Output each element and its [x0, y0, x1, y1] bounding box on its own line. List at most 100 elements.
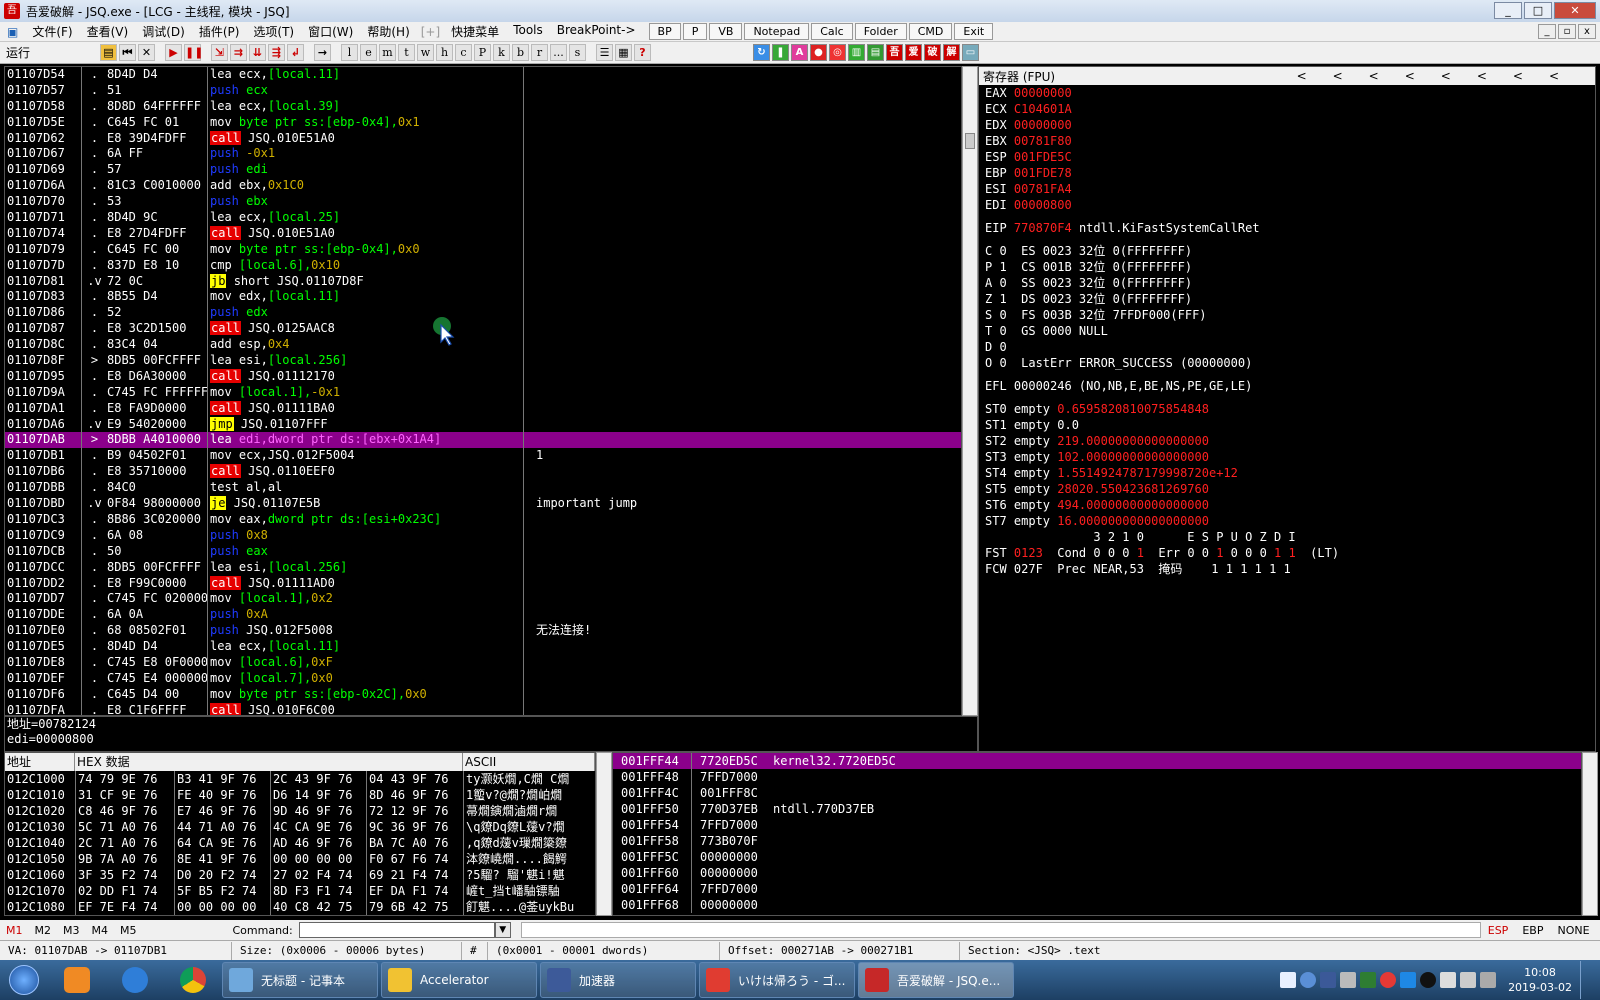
tray-checkbox-icon[interactable] [1280, 972, 1297, 988]
memory-tab[interactable]: M4 [86, 924, 115, 937]
stack-flag[interactable]: NONE [1550, 924, 1596, 937]
tool-button[interactable]: CMD [908, 23, 953, 40]
disasm-row[interactable]: 01107DBD .v 0F84 98000000 je JSQ.01107E5B im… [5, 496, 961, 512]
register-view-arrows[interactable]: <<<<<<<< [1297, 69, 1595, 83]
plugin-po-icon[interactable]: 破 [924, 44, 941, 61]
disasm-row[interactable]: 01107D83. 8B55 D4 mov edx,[local.11] [5, 289, 961, 306]
window-button[interactable]: r [531, 44, 548, 61]
pause-icon[interactable]: ❚❚ [184, 44, 203, 61]
stack-pane[interactable]: 001FFF44 7720ED5C kernel32.7720ED5C 001FFF4… [612, 752, 1582, 916]
help-icon[interactable]: ? [634, 44, 651, 61]
flag-row[interactable]: P 1 CS 001B 32位 0(FFFFFFFF) [979, 259, 1595, 275]
tool-button[interactable]: Calc [811, 23, 853, 40]
memory-tab[interactable]: M1 [0, 924, 29, 937]
close-button[interactable]: ✕ [1554, 2, 1596, 19]
dump-row[interactable]: 012C1060 3F 35 F2 74 D0 20 F2 74 27 02 F4 7… [5, 867, 595, 883]
menu-item[interactable]: 窗口(W) [301, 23, 360, 40]
disasm-row[interactable]: 01107DFA. E8 C1F6FFFF call JSQ.010F6C00 [5, 702, 961, 715]
disasm-row[interactable]: 01107DCB. 50 push eax [5, 543, 961, 560]
dump-row[interactable]: 012C1070 02 DD F1 74 5F B5 F2 74 8D F3 F1 7… [5, 883, 595, 899]
menu-item[interactable]: 查看(V) [80, 23, 136, 40]
window-button[interactable]: k [493, 44, 510, 61]
refresh-plugin-icon[interactable]: ↻ [753, 44, 770, 61]
disassembly-scrollbar[interactable] [962, 66, 978, 716]
menu-item[interactable]: 文件(F) [25, 23, 79, 40]
maximize-button[interactable]: □ [1524, 2, 1552, 19]
memory-tab[interactable]: M2 [29, 924, 58, 937]
disasm-row[interactable]: 01107D7D. 837D E8 10 cmp [local.6],0x10 [5, 257, 961, 274]
stack-row[interactable]: 001FFF64 7FFD7000 [613, 881, 1581, 897]
register-row[interactable]: EAX 00000000 [979, 85, 1595, 101]
register-row[interactable]: ESI 00781FA4 [979, 181, 1595, 197]
stack-row[interactable]: 001FFF48 7FFD7000 [613, 769, 1581, 785]
grid-icon[interactable]: ▦ [615, 44, 632, 61]
register-value[interactable]: 00781FA4 [1014, 182, 1072, 196]
fpu-st-row[interactable]: ST1 empty 0.0 [979, 417, 1595, 433]
pinned-media-player[interactable] [48, 961, 106, 999]
fpu-st-row[interactable]: ST3 empty 102.00000000000000000 [979, 449, 1595, 465]
memory-tab[interactable]: M3 [57, 924, 86, 937]
window-button[interactable]: m [379, 44, 396, 61]
dump-row[interactable]: 012C1040 2C 71 A0 76 64 CA 9E 76 AD 46 9F 7… [5, 835, 595, 851]
tray-help-icon[interactable] [1300, 972, 1317, 988]
tray-star-icon[interactable] [1400, 972, 1417, 988]
plugin-target-icon[interactable]: ◎ [829, 44, 846, 61]
disasm-row[interactable]: 01107D62. E8 39D4FDFF call JSQ.010E51A0 [5, 130, 961, 147]
dump-row[interactable]: 012C1000 74 79 9E 76 B3 41 9F 76 2C 43 9F 7… [5, 771, 595, 787]
stack-row[interactable]: 001FFF50 770D37EB ntdll.770D37EB [613, 801, 1581, 817]
plugin-jie-icon[interactable]: 解 [943, 44, 960, 61]
disasm-row[interactable]: 01107DC3. 8B86 3C020000 mov eax,dword ptr … [5, 511, 961, 528]
window-button[interactable]: w [417, 44, 434, 61]
disasm-row[interactable]: 01107D9A.C745 FC FFFFFFFFmov [local.1],-… [5, 384, 961, 401]
flag-row[interactable]: T 0 GS 0000 NULL [979, 323, 1595, 339]
close-process-icon[interactable]: ✕ [138, 44, 155, 61]
run-icon[interactable]: ▶ [165, 44, 182, 61]
efl-row[interactable]: EFL 00000246 (NO,NB,E,BE,NS,PE,GE,LE) [979, 378, 1595, 394]
stack-row[interactable]: 001FFF54 7FFD7000 [613, 817, 1581, 833]
memory-tab[interactable]: M5 [114, 924, 143, 937]
registers-header[interactable]: 寄存器 (FPU) <<<<<<<< [979, 67, 1595, 85]
menu-extra-item[interactable]: Tools [506, 23, 550, 40]
menu-item[interactable]: 调试(D) [135, 23, 192, 40]
stack-row[interactable]: 001FFF60 00000000 [613, 865, 1581, 881]
fpu-st-row[interactable]: ST0 empty 0.6595820810075854848 [979, 401, 1595, 417]
taskbar-app[interactable]: 加速器 [540, 962, 696, 998]
stack-row[interactable]: 001FFF58 773B070F [613, 833, 1581, 849]
stack-row[interactable]: 001FFF4C 001FFF8C [613, 785, 1581, 801]
window-button[interactable]: s [569, 44, 586, 61]
disasm-row[interactable]: 01107D8F >8DB5 00FCFFFF lea esi,[local.256… [5, 353, 961, 369]
register-value[interactable]: 00000000 [1014, 118, 1072, 132]
dump-row[interactable]: 012C1010 31 CF 9E 76 FE 40 9F 76 D6 14 9F 7… [5, 787, 595, 803]
disasm-row[interactable]: 01107D5E. C645 FC 01 mov byte ptr ss:[ebp-… [5, 114, 961, 131]
flag-row[interactable]: A 0 SS 0023 32位 0(FFFFFFFF) [979, 275, 1595, 291]
flag-row[interactable]: O 0 LastErr ERROR_SUCCESS (00000000) [979, 355, 1595, 371]
register-value[interactable]: C104601A [1014, 102, 1072, 116]
disasm-row[interactable]: 01107D70. 53 push ebx [5, 194, 961, 211]
command-dropdown[interactable]: ▼ [494, 922, 511, 938]
list-icon[interactable]: ☰ [596, 44, 613, 61]
stack-scrollbar[interactable] [1582, 752, 1598, 916]
tray-app-icon[interactable] [1320, 972, 1337, 988]
mdi-close-button[interactable]: x [1578, 24, 1596, 39]
disasm-row[interactable]: 01107D87. E8 3C2D1500 call JSQ.0125AAC8 [5, 321, 961, 338]
disasm-row[interactable]: 01107DE0. 68 08502F01 push JSQ.012F5008 无法连… [5, 623, 961, 640]
taskbar-app[interactable]: 无标题 - 记事本 [222, 962, 378, 998]
flag-row[interactable]: S 0 FS 003B 32位 7FFDF000(FFF) [979, 307, 1595, 323]
menu-extra-item[interactable]: 快捷菜单 [444, 23, 506, 40]
fpu-st-row[interactable]: ST7 empty 16.000000000000000000 [979, 513, 1595, 529]
show-desktop-button[interactable] [1580, 961, 1592, 999]
fpu-st-row[interactable]: ST2 empty 219.00000000000000000 [979, 433, 1595, 449]
stack-row[interactable]: 001FFF5C 00000000 [613, 849, 1581, 865]
tool-button[interactable]: P [682, 23, 708, 40]
tray-qq-icon[interactable] [1420, 972, 1437, 988]
disasm-row[interactable]: 01107DA6 .v E9 54020000 jmp JSQ.01107FFF [5, 416, 961, 433]
tool-button[interactable]: Exit [954, 23, 994, 40]
fst-row[interactable]: FST 0123 Cond 0 0 0 1 Err 0 0 1 0 0 0 1 … [979, 545, 1595, 561]
register-row[interactable]: EDI 00000800 [979, 197, 1595, 213]
disasm-row[interactable]: 01107DB1. B9 04502F01 mov ecx,JSQ.012F5004… [5, 448, 961, 465]
flag-row[interactable]: D 0 [979, 339, 1595, 355]
menu-item[interactable]: 帮助(H) [360, 23, 416, 40]
dump-row[interactable]: 012C1020 C8 46 9F 76 E7 46 9F 76 9D 46 9F 7… [5, 803, 595, 819]
register-value[interactable]: 00000000 [1014, 86, 1072, 100]
window-button[interactable]: ... [550, 44, 567, 61]
